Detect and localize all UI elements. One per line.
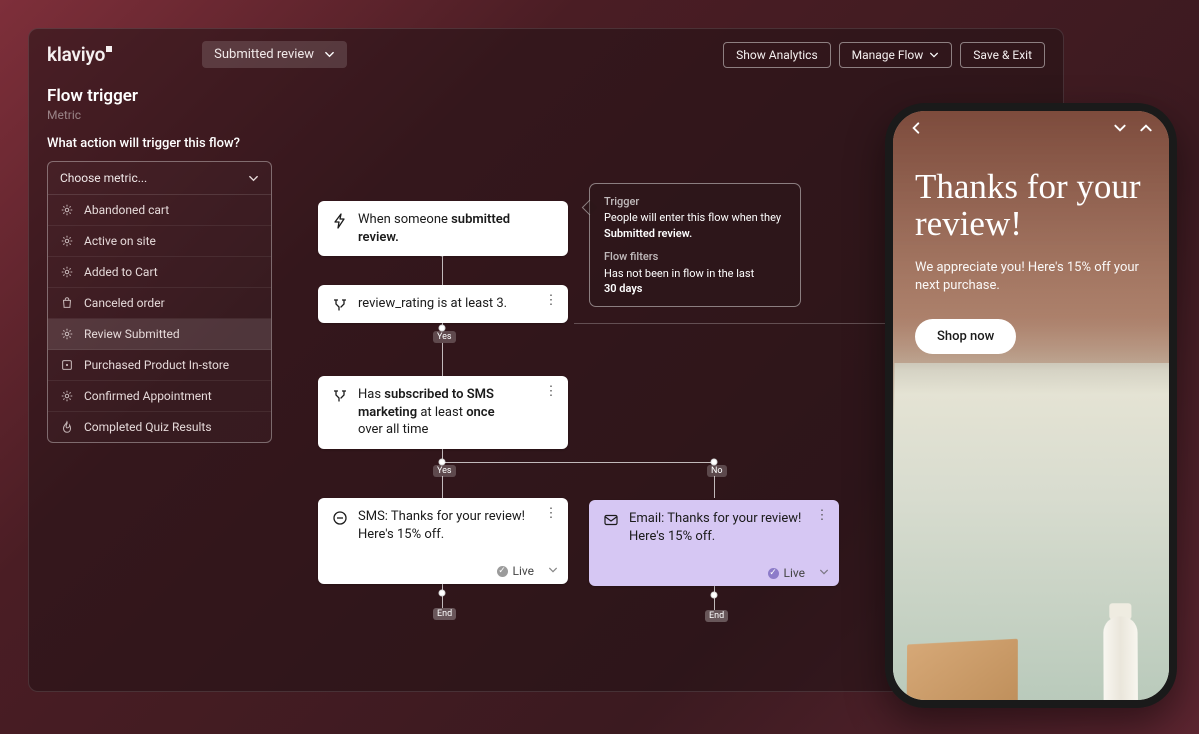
chevron-down-icon[interactable] (1113, 121, 1127, 135)
metric-select[interactable]: Choose metric... Abandoned cart Active on… (47, 161, 272, 443)
email-icon (603, 512, 619, 528)
manage-flow-button[interactable]: Manage Flow (839, 42, 953, 68)
status-label: Live (784, 566, 805, 580)
branch-no-label: No (707, 465, 727, 477)
gear-icon (60, 265, 74, 279)
metric-option[interactable]: Purchased Product In-store (48, 350, 271, 381)
metric-option-label: Added to Cart (84, 265, 158, 279)
phone-preview: Thanks for your review! We appreciate yo… (885, 103, 1177, 708)
square-icon (60, 358, 74, 372)
gear-icon (60, 203, 74, 217)
condition-node-rating[interactable]: review_rating is at least 3. ⋮ (318, 285, 568, 323)
back-icon[interactable] (909, 121, 923, 135)
brand-logo: klaviyo (47, 43, 112, 66)
chevron-down-icon (324, 49, 335, 60)
shop-now-button[interactable]: Shop now (915, 319, 1016, 354)
preview-content: Thanks for your review! We appreciate yo… (915, 169, 1147, 354)
metric-option[interactable]: Added to Cart (48, 257, 271, 288)
gear-icon (60, 234, 74, 248)
preview-title: Thanks for your review! (915, 169, 1147, 243)
metric-option[interactable]: Canceled order (48, 288, 271, 319)
save-exit-button[interactable]: Save & Exit (960, 42, 1045, 68)
chevron-down-icon (819, 566, 829, 580)
kebab-icon[interactable]: ⋮ (813, 508, 831, 523)
metric-option-label: Canceled order (84, 296, 165, 310)
split-icon (332, 297, 348, 313)
chevron-up-icon[interactable] (1139, 121, 1153, 135)
metric-option[interactable]: Active on site (48, 226, 271, 257)
lightning-icon (332, 213, 348, 229)
branch-end-label: End (705, 610, 728, 622)
branch-yes-label: Yes (433, 331, 456, 343)
metric-option-label: Completed Quiz Results (84, 420, 212, 434)
section-title: Flow trigger (47, 86, 1045, 106)
branch-yes-label: Yes (433, 465, 456, 477)
kebab-icon[interactable]: ⋮ (542, 506, 560, 521)
chevron-down-icon (929, 50, 939, 60)
sms-action-node[interactable]: SMS: Thanks for your review! Here's 15% … (318, 498, 568, 584)
gear-icon (60, 389, 74, 403)
flow-selector[interactable]: Submitted review (202, 41, 347, 68)
metric-placeholder: Choose metric... (60, 171, 147, 185)
split-icon (332, 388, 348, 404)
bag-icon (60, 296, 74, 310)
email-action-node[interactable]: Email: Thanks for your review! Here's 15… (589, 500, 839, 586)
metric-option[interactable]: Abandoned cart (48, 195, 271, 226)
show-analytics-button[interactable]: Show Analytics (723, 42, 830, 68)
kebab-icon[interactable]: ⋮ (542, 293, 560, 308)
preview-body: We appreciate you! Here's 15% off your n… (915, 259, 1147, 295)
status-check-icon: ✓ (768, 568, 779, 579)
metric-option-label: Abandoned cart (84, 203, 169, 217)
topbar: klaviyo Submitted review Show Analytics … (29, 29, 1063, 82)
kebab-icon[interactable]: ⋮ (542, 384, 560, 399)
flow-selector-label: Submitted review (214, 47, 314, 62)
status-selector[interactable]: ✓ Live (497, 564, 558, 578)
flame-icon (60, 420, 74, 434)
metric-option-label: Purchased Product In-store (84, 358, 229, 372)
status-label: Live (513, 564, 534, 578)
status-selector[interactable]: ✓ Live (768, 566, 829, 580)
chevron-down-icon (248, 173, 259, 184)
sms-icon (332, 510, 348, 526)
status-check-icon: ✓ (497, 566, 508, 577)
metric-option-label: Confirmed Appointment (84, 389, 212, 403)
chevron-down-icon (548, 564, 558, 578)
metric-option[interactable]: Completed Quiz Results (48, 412, 271, 442)
metric-option[interactable]: Confirmed Appointment (48, 381, 271, 412)
metric-option[interactable]: Review Submitted (48, 319, 271, 350)
gear-icon (60, 327, 74, 341)
trigger-node[interactable]: When someone submitted review. (318, 201, 568, 256)
metric-option-label: Review Submitted (84, 327, 180, 341)
preview-nav (893, 121, 1169, 135)
branch-end-label: End (433, 608, 456, 620)
metric-option-label: Active on site (84, 234, 156, 248)
metric-select-header[interactable]: Choose metric... (48, 162, 271, 195)
condition-node-sms[interactable]: Has subscribed to SMS marketing at least… (318, 376, 568, 449)
